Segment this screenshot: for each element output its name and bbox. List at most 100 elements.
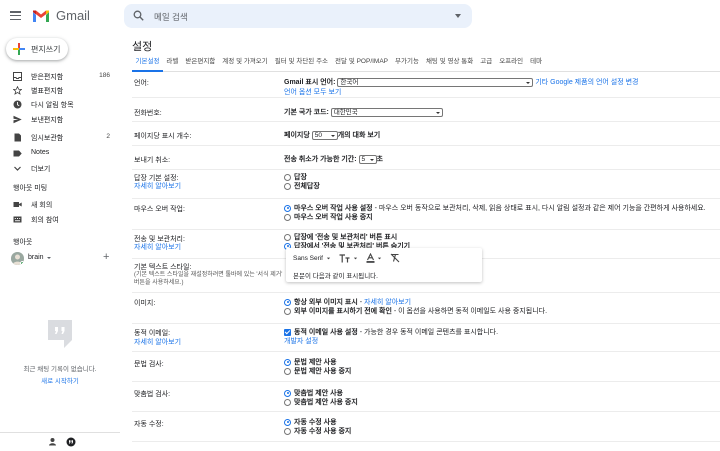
tab-offline[interactable]: 오프라인 [496, 57, 527, 72]
sidebar-item-sent[interactable]: 보낸편지함 [0, 113, 118, 126]
tab-advanced[interactable]: 고급 [477, 57, 496, 72]
tab-labels[interactable]: 라벨 [163, 57, 182, 72]
clear-formatting-icon[interactable] [390, 253, 400, 263]
checkbox-checked[interactable] [284, 328, 291, 336]
chevron-down-icon[interactable] [377, 256, 382, 261]
main-menu-icon[interactable] [10, 11, 21, 20]
learn-more-link[interactable]: 자세히 알아보기 [134, 242, 181, 252]
text-color-icon[interactable] [366, 253, 375, 263]
learn-more-link[interactable]: 자세히 알아보기 [134, 337, 181, 347]
reply-all-option[interactable]: 전체답장 [284, 182, 320, 191]
radio-button[interactable] [284, 213, 291, 221]
radio-button[interactable] [284, 173, 291, 181]
sidebar-item-notes[interactable]: Notes [0, 147, 118, 160]
search-options-icon[interactable] [455, 14, 461, 18]
search-bar[interactable]: 메일 검색 [124, 4, 472, 28]
undo-send-select[interactable]: 5 [358, 154, 377, 164]
learn-more-link[interactable]: 자세히 알아보기 [364, 299, 411, 306]
radio-button[interactable] [284, 427, 291, 435]
all-language-options-link[interactable]: 언어 옵션 모두 보기 [284, 87, 341, 97]
grammar-on-option[interactable]: 문법 제안 사용 [284, 358, 351, 367]
country-code-label: 기본 국가 코드: [284, 109, 329, 116]
undo-send-post: 초 [376, 156, 383, 163]
tab-themes[interactable]: 테마 [527, 57, 546, 72]
page-size-control: 페이지당 50 개의 대화 보기 [284, 130, 380, 140]
radio-button[interactable] [284, 182, 291, 190]
sidebar-item-snoozed[interactable]: 다시 알림 항목 [0, 98, 118, 111]
tab-general[interactable]: 기본설정 [132, 57, 163, 72]
radio-button-selected[interactable] [284, 358, 291, 366]
option-label: 문법 제안 사용 [294, 359, 337, 366]
tab-filters[interactable]: 필터 및 차단된 주소 [271, 57, 331, 72]
tab-forwarding[interactable]: 전달 및 POP/IMAP [332, 57, 392, 72]
hangouts-user-name: brain [28, 254, 44, 261]
autocorrect-off-option[interactable]: 자동 수정 사용 중지 [284, 427, 351, 436]
language-select[interactable]: 한국어 [337, 77, 534, 87]
hover-enable-option[interactable]: 마우스 오버 작업 사용 설정 - 마우스 오버 동작으로 보관처리, 삭제, … [284, 204, 706, 213]
grammar-off-option[interactable]: 문법 제안 사용 중지 [284, 367, 351, 376]
setting-label: 자동 수정: [134, 421, 164, 428]
other-products-language-link[interactable]: 기타 Google 제품의 언어 설정 변경 [535, 79, 638, 86]
join-meeting-item[interactable]: 회의 참여 [0, 213, 118, 226]
setting-label: 보내기 취소: [134, 157, 171, 164]
sidebar-item-more[interactable]: 더보기 [0, 162, 118, 175]
always-show-images-option[interactable]: 항상 외부 이미지 표시 - 자세히 알아보기 [284, 298, 547, 307]
hangouts-icon[interactable] [66, 437, 76, 447]
hover-disable-option[interactable]: 마우스 오버 작업 사용 중지 [284, 213, 706, 222]
radio-button[interactable] [284, 307, 291, 315]
add-contact-icon[interactable]: + [103, 251, 109, 263]
spelling-off-option[interactable]: 맞춤법 제안 사용 중지 [284, 398, 358, 407]
tab-addons[interactable]: 부가기능 [392, 57, 423, 72]
radio-button[interactable] [284, 367, 291, 375]
reply-option[interactable]: 답장 [284, 173, 320, 182]
radio-button-selected[interactable] [284, 298, 291, 306]
show-send-archive-option[interactable]: 답장에 '전송 및 보관처리' 버튼 표시 [284, 233, 410, 242]
phone-control: 기본 국가 코드: 대한민국 [284, 107, 443, 117]
hangouts-section-title: 행아웃 [13, 239, 33, 246]
font-size-icon[interactable] [339, 253, 351, 263]
radio-button-selected[interactable] [284, 389, 291, 397]
tab-chat-meet[interactable]: 채팅 및 영상 통화 [422, 57, 476, 72]
compose-button[interactable]: 편지쓰기 [6, 38, 68, 60]
spelling-on-option[interactable]: 맞춤법 제안 사용 [284, 389, 358, 398]
sidebar-item-label: 더보기 [31, 166, 51, 173]
status-dropdown-icon[interactable] [47, 257, 51, 259]
tab-inbox[interactable]: 받은편지함 [182, 57, 219, 72]
sidebar-item-inbox[interactable]: 받은편지함 186 [0, 70, 118, 83]
tab-accounts[interactable]: 계정 및 가져오기 [219, 57, 271, 72]
settings-panel: 설정 기본설정 라벨 받은편지함 계정 및 가져오기 필터 및 차단된 주소 전… [122, 32, 720, 451]
font-family-select[interactable]: Sans Serif [293, 255, 323, 262]
setting-label: 이미지: [134, 300, 156, 307]
sidebar-item-drafts[interactable]: 임시보관함 2 [0, 131, 118, 144]
setting-label: 페이지당 표시 개수: [134, 133, 192, 140]
language-select-value: 한국어 [340, 78, 359, 86]
option-label: 동적 이메일 사용 설정 [294, 329, 358, 336]
person-icon[interactable] [48, 437, 57, 446]
chevron-down-icon[interactable] [353, 256, 358, 261]
radio-button-selected[interactable] [284, 418, 291, 426]
dynamic-email-checkbox[interactable]: 동적 이메일 사용 설정 - 가능한 경우 동적 이메일 콘텐츠를 표시합니다. [284, 328, 498, 337]
hangouts-user[interactable]: brain + [11, 251, 121, 266]
new-meeting-item[interactable]: 새 회의 [0, 198, 118, 211]
radio-button-selected[interactable] [284, 204, 291, 212]
developer-settings-link[interactable]: 개발자 설정 [284, 337, 498, 346]
country-code-select[interactable]: 대한민국 [330, 107, 443, 117]
online-status-icon [20, 261, 24, 265]
meet-item-label: 새 회의 [31, 202, 53, 209]
ask-before-images-option[interactable]: 외부 이미지를 표시하기 전에 확인 - 이 옵션을 사용하면 동적 이메일도 … [284, 307, 547, 316]
chevron-down-icon[interactable] [326, 256, 331, 261]
search-icon[interactable] [133, 10, 144, 21]
radio-button[interactable] [284, 233, 291, 241]
page-size-select[interactable]: 50 [311, 130, 338, 140]
learn-more-link[interactable]: 자세히 알아보기 [134, 181, 181, 191]
sidebar-item-starred[interactable]: 별표편지함 [0, 84, 118, 97]
autocorrect-on-option[interactable]: 자동 수정 사용 [284, 418, 351, 427]
search-input[interactable]: 메일 검색 [154, 11, 188, 23]
option-label: 마우스 오버 작업 사용 중지 [294, 214, 373, 221]
compose-label: 편지쓰기 [31, 45, 61, 54]
start-chat-link[interactable]: 새로 시작하기 [0, 375, 120, 385]
unread-count: 186 [99, 72, 110, 79]
radio-button[interactable] [284, 398, 291, 406]
avatar [11, 252, 24, 265]
gmail-logo[interactable]: Gmail [32, 8, 90, 23]
